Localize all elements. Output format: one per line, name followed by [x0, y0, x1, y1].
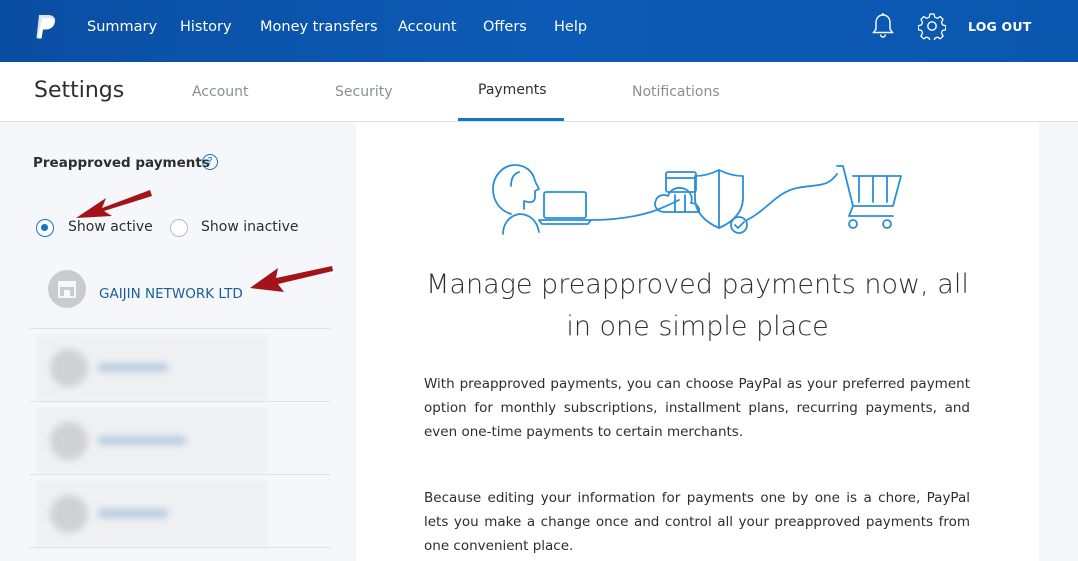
nav-money-transfers[interactable]: Money transfers	[260, 17, 378, 37]
intro-paragraph: With preapproved payments, you can choos…	[424, 376, 970, 440]
paypal-logo-icon[interactable]	[33, 13, 59, 41]
payments-illustration-icon	[492, 164, 902, 235]
top-navigation: Summary History Money transfers Account …	[0, 0, 1078, 62]
nav-account[interactable]: Account	[398, 17, 457, 37]
store-icon	[58, 281, 76, 298]
nav-offers[interactable]: Offers	[483, 17, 527, 37]
help-icon[interactable]: ?	[202, 154, 218, 170]
list-item[interactable]	[36, 481, 268, 547]
nav-history[interactable]: History	[180, 17, 232, 37]
annotation-arrow-icon	[76, 190, 152, 218]
divider	[30, 401, 330, 402]
nav-summary[interactable]: Summary	[87, 17, 157, 37]
preapproved-sidebar: Preapproved payments ? Show active Show …	[0, 122, 356, 561]
tab-notifications[interactable]: Notifications	[632, 84, 720, 100]
section-title: Preapproved payments	[33, 155, 210, 171]
list-item[interactable]	[36, 335, 268, 401]
active-tab-indicator	[458, 118, 564, 121]
detail-paragraph: Because editing your information for pay…	[424, 490, 970, 554]
headline: Manage preapproved payments now, all in …	[426, 269, 969, 342]
nav-help[interactable]: Help	[554, 17, 587, 37]
bell-icon[interactable]	[871, 12, 895, 40]
gear-icon[interactable]	[918, 12, 946, 40]
main-card: Manage preapproved payments now, all in …	[356, 122, 1039, 561]
tab-security[interactable]: Security	[335, 84, 393, 100]
list-item[interactable]	[36, 408, 268, 474]
divider	[30, 328, 330, 329]
tab-account[interactable]: Account	[192, 84, 249, 100]
logout-button[interactable]: LOG OUT	[968, 19, 1031, 34]
radio-show-inactive-label[interactable]: Show inactive	[201, 219, 299, 235]
annotation-arrow-icon	[250, 266, 333, 292]
radio-show-active[interactable]	[36, 219, 54, 237]
settings-tabbar: Settings Account Security Payments Notif…	[0, 62, 1078, 122]
merchant-avatar[interactable]	[48, 270, 86, 308]
divider	[30, 474, 330, 475]
radio-show-inactive[interactable]	[170, 219, 188, 237]
divider	[30, 547, 330, 548]
tab-payments[interactable]: Payments	[478, 82, 547, 98]
merchant-link[interactable]: GAIJIN NETWORK LTD	[99, 286, 243, 302]
page-title: Settings	[34, 78, 125, 103]
